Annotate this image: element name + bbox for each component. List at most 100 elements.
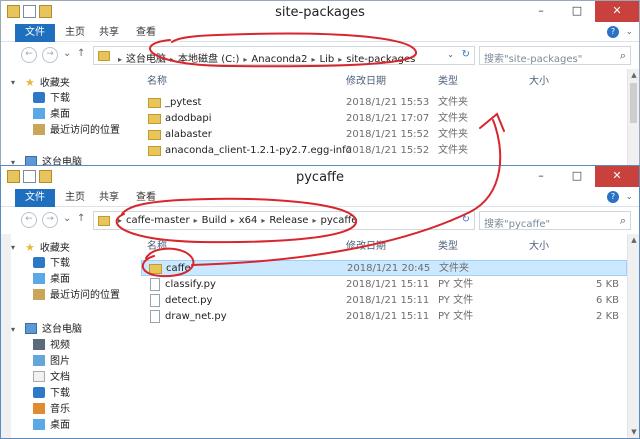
close-button[interactable]: ✕ <box>595 1 639 22</box>
recent-places-icon <box>33 289 45 300</box>
nav-item-recent[interactable]: 最近访问的位置 <box>33 288 120 304</box>
search-input[interactable]: 搜索"site-packages" ⌕ <box>479 46 631 65</box>
column-header-size[interactable]: 大小 <box>529 72 549 87</box>
breadcrumb-item[interactable]: Build <box>202 215 227 226</box>
address-dropdown-icon[interactable]: ⌄ <box>447 215 454 224</box>
breadcrumb-item[interactable]: 本地磁盘 (C:) <box>178 54 239 65</box>
search-input[interactable]: 搜索"pycaffe" ⌕ <box>479 211 631 230</box>
column-header-name[interactable]: 名称 <box>147 237 167 252</box>
navigation-bar: ← → ⌄ ↑ ▸ 这台电脑 ▸ 本地磁盘 (C:) ▸ Anaconda2 ▸ Lib ▸ si… <box>1 43 639 67</box>
column-header-modified[interactable]: 修改日期 <box>346 237 386 252</box>
scroll-up-icon[interactable]: ▲ <box>628 236 639 244</box>
nav-item-this-pc[interactable]: ▾ 这台电脑 <box>11 322 82 338</box>
vertical-scrollbar[interactable]: ▲ <box>627 69 639 171</box>
forward-button[interactable]: → <box>42 47 58 63</box>
nav-item-music[interactable]: 音乐 <box>33 402 70 418</box>
breadcrumb-item[interactable]: Lib <box>320 54 335 65</box>
table-row[interactable]: classify.py 2018/1/21 15:11 PY 文件 5 KB <box>141 277 627 293</box>
recent-locations-icon[interactable]: ⌄ <box>63 48 71 59</box>
close-button[interactable]: ✕ <box>595 166 639 187</box>
recent-places-icon <box>33 124 45 135</box>
minimize-button[interactable]: – <box>523 166 559 187</box>
table-row[interactable]: draw_net.py 2018/1/21 15:11 PY 文件 2 KB <box>141 309 627 325</box>
star-icon: ★ <box>25 76 35 89</box>
nav-item-recent[interactable]: 最近访问的位置 <box>33 123 120 139</box>
download-folder-icon <box>33 387 45 398</box>
tab-share[interactable]: 共享 <box>99 24 119 42</box>
minimize-button[interactable]: – <box>523 1 559 22</box>
tab-view[interactable]: 查看 <box>136 189 156 207</box>
table-row[interactable]: caffe 2018/1/21 20:45 文件夹 <box>141 260 627 276</box>
tab-home[interactable]: 主页 <box>65 189 85 207</box>
navigation-pane: ▾ ★ 收藏夹 下载 桌面 最近访问的位置 ▾ 这台电脑 <box>1 69 137 171</box>
table-row[interactable]: alabaster 2018/1/21 15:52 文件夹 <box>141 127 627 143</box>
table-row[interactable]: detect.py 2018/1/21 15:11 PY 文件 6 KB <box>141 293 627 309</box>
breadcrumb-item[interactable]: 这台电脑 <box>126 54 166 65</box>
column-header-modified[interactable]: 修改日期 <box>346 72 386 87</box>
tab-view[interactable]: 查看 <box>136 24 156 42</box>
breadcrumb-item[interactable]: Release <box>269 215 308 226</box>
maximize-button[interactable]: □ <box>559 1 595 22</box>
maximize-button[interactable]: □ <box>559 166 595 187</box>
column-header-type[interactable]: 类型 <box>438 237 458 252</box>
breadcrumb-item[interactable]: site-packages <box>346 54 415 65</box>
collapse-icon[interactable]: ▾ <box>11 75 15 91</box>
expand-ribbon-icon[interactable]: ⌄ <box>625 27 633 37</box>
refresh-icon[interactable]: ↻ <box>462 214 470 225</box>
nav-item-downloads[interactable]: 下载 <box>33 91 70 107</box>
scroll-up-icon[interactable]: ▲ <box>628 71 639 79</box>
nav-item-desktop-pc[interactable]: 桌面 <box>33 418 70 434</box>
column-header-size[interactable]: 大小 <box>529 237 549 252</box>
table-row[interactable]: adodbapi 2018/1/21 17:07 文件夹 <box>141 111 627 127</box>
address-dropdown-icon[interactable]: ⌄ <box>447 50 454 59</box>
refresh-icon[interactable]: ↻ <box>462 49 470 60</box>
up-button[interactable]: ↑ <box>77 48 85 59</box>
nav-item-favorites[interactable]: ▾ ★ 收藏夹 <box>11 240 70 256</box>
forward-button[interactable]: → <box>42 212 58 228</box>
nav-item-desktop[interactable]: 桌面 <box>33 272 70 288</box>
title-bar[interactable]: pycaffe – □ ✕ <box>1 166 639 189</box>
window-controls: – □ ✕ <box>523 166 639 187</box>
scroll-thumb[interactable] <box>630 83 637 123</box>
table-row[interactable]: anaconda_client-1.2.1-py2.7.egg-info 201… <box>141 143 627 159</box>
nav-item-pictures[interactable]: 图片 <box>33 354 70 370</box>
breadcrumb-item[interactable]: Anaconda2 <box>251 54 307 65</box>
tab-home[interactable]: 主页 <box>65 24 85 42</box>
collapse-icon[interactable]: ▾ <box>11 240 15 256</box>
folder-icon <box>148 114 161 124</box>
python-file-icon <box>150 278 160 291</box>
breadcrumb: ▸ caffe-master ▸ Build ▸ x64 ▸ Release ▸ pycaffe <box>118 215 358 226</box>
help-icon[interactable]: ? <box>607 26 619 38</box>
up-button[interactable]: ↑ <box>77 213 85 224</box>
vertical-scrollbar[interactable]: ▲ ▼ <box>627 234 639 438</box>
breadcrumb-item[interactable]: x64 <box>239 215 258 226</box>
file-list: 名称 修改日期 类型 大小 _pytest 2018/1/21 15:53 文件… <box>141 69 627 171</box>
tab-share[interactable]: 共享 <box>99 189 119 207</box>
title-bar[interactable]: site-packages – □ ✕ <box>1 1 639 24</box>
nav-item-downloads-pc[interactable]: 下载 <box>33 386 70 402</box>
expand-ribbon-icon[interactable]: ⌄ <box>625 192 633 202</box>
breadcrumb-item[interactable]: caffe-master <box>126 215 190 226</box>
back-button[interactable]: ← <box>21 212 37 228</box>
nav-item-videos[interactable]: 视频 <box>33 338 70 354</box>
recent-locations-icon[interactable]: ⌄ <box>63 213 71 224</box>
music-folder-icon <box>33 403 45 414</box>
folder-icon <box>148 146 161 156</box>
tab-file[interactable]: 文件 <box>15 24 55 42</box>
column-header-name[interactable]: 名称 <box>147 72 167 87</box>
tab-file[interactable]: 文件 <box>15 189 55 207</box>
nav-item-downloads[interactable]: 下载 <box>33 256 70 272</box>
help-icon[interactable]: ? <box>607 191 619 203</box>
breadcrumb-item[interactable]: pycaffe <box>320 215 357 226</box>
address-bar[interactable]: ▸ caffe-master ▸ Build ▸ x64 ▸ Release ▸ pycaffe … <box>93 211 475 230</box>
nav-item-desktop[interactable]: 桌面 <box>33 107 70 123</box>
nav-item-favorites[interactable]: ▾ ★ 收藏夹 <box>11 75 70 91</box>
back-button[interactable]: ← <box>21 47 37 63</box>
scroll-down-icon[interactable]: ▼ <box>628 428 639 436</box>
column-header-type[interactable]: 类型 <box>438 72 458 87</box>
table-row[interactable]: _pytest 2018/1/21 15:53 文件夹 <box>141 95 627 111</box>
nav-item-documents[interactable]: 文档 <box>33 370 70 386</box>
python-file-icon <box>150 310 160 323</box>
collapse-icon[interactable]: ▾ <box>11 322 15 338</box>
address-bar[interactable]: ▸ 这台电脑 ▸ 本地磁盘 (C:) ▸ Anaconda2 ▸ Lib ▸ site-packa… <box>93 46 475 65</box>
